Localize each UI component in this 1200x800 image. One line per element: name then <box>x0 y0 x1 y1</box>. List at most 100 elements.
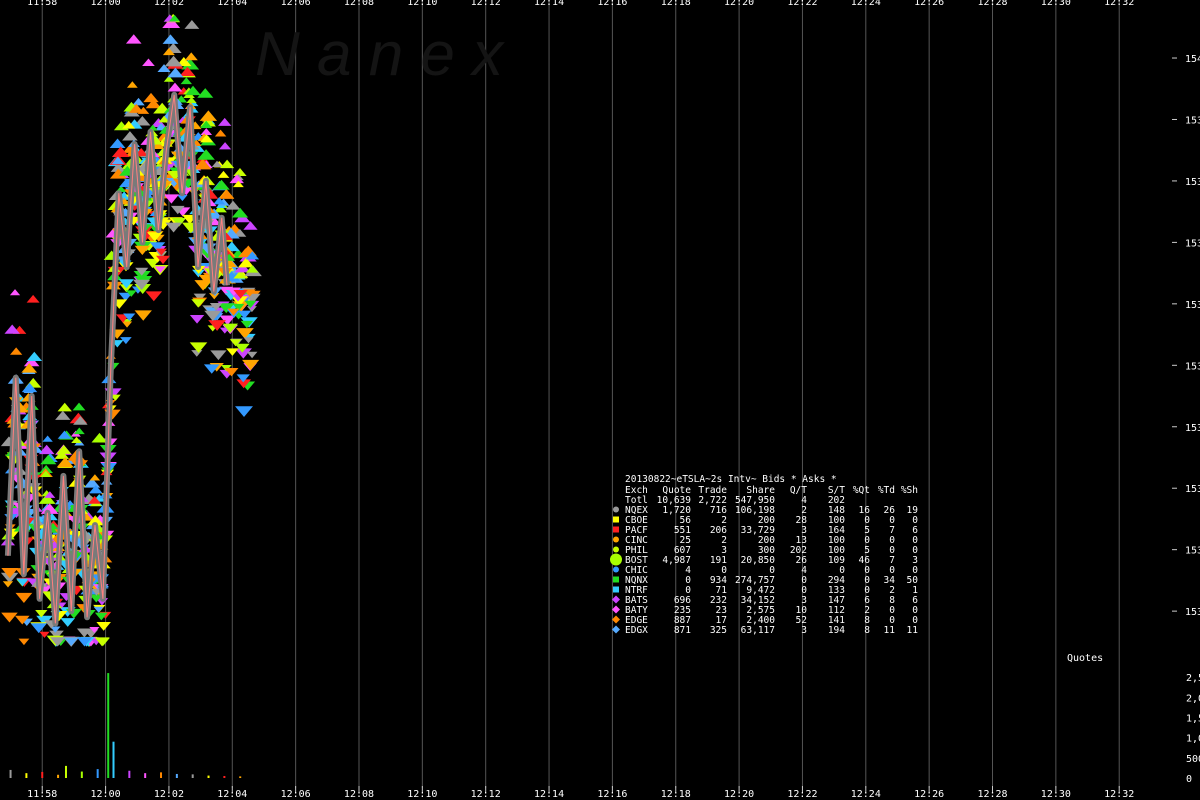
price-tick-label: 153.50 <box>1185 361 1200 372</box>
volume-axis: 2,500 2,000 1,500 1,000 500 0 <box>1186 673 1200 785</box>
ask-marker <box>218 117 232 126</box>
ask-marker <box>218 142 232 150</box>
legend-marker <box>613 586 619 593</box>
x-tick-label-top: 12:12 <box>471 0 501 8</box>
table-cell: 194 <box>828 625 845 636</box>
volume-bar <box>175 773 178 778</box>
legend-marker <box>613 566 619 573</box>
legend-marker <box>612 595 620 604</box>
table-cell: 11 <box>884 625 896 636</box>
ask-marker <box>72 402 86 411</box>
bid-marker <box>121 321 133 328</box>
price-tick-label: 153.70 <box>1185 238 1200 249</box>
exchange-stats-table: 20130822~eTSLA~2s Intv~ Bids * Asks *Exc… <box>610 474 918 636</box>
ask-marker <box>55 410 71 420</box>
legend-marker <box>612 625 620 634</box>
ask-marker <box>214 129 227 137</box>
volume-bar <box>80 771 83 778</box>
bid-marker <box>145 291 163 302</box>
bid-marker <box>30 623 47 634</box>
price-tick-label: 153.30 <box>1185 484 1200 495</box>
x-tick-label-bottom: 12:18 <box>661 789 691 800</box>
volume-bar <box>57 774 60 778</box>
table-cell: 8 <box>864 625 870 636</box>
ask-marker <box>56 444 72 454</box>
bid-marker <box>118 279 134 289</box>
ask-marker <box>26 351 43 362</box>
bid-marker <box>15 592 33 603</box>
ask-marker <box>184 52 198 61</box>
ask-marker <box>200 128 213 136</box>
x-tick-label-bottom: 12:14 <box>534 789 564 800</box>
volume-bar <box>25 773 28 778</box>
ask-marker <box>213 179 230 190</box>
x-tick-label-bottom: 12:02 <box>154 789 184 800</box>
bid-marker <box>134 310 152 321</box>
bid-marker <box>163 194 180 204</box>
x-tick-label-bottom: 12:10 <box>407 789 437 800</box>
volume-bar <box>64 765 67 778</box>
x-tick-label-top: 12:10 <box>407 0 437 8</box>
x-tick-label-bottom: 11:58 <box>27 789 57 800</box>
price-axis: 154.00 153.90 153.80 153.70 153.60 153.50 153.… <box>1172 54 1200 618</box>
legend-marker <box>613 506 619 513</box>
legend-marker <box>613 576 619 583</box>
ask-marker <box>89 474 101 481</box>
price-tick-label: 153.10 <box>1185 607 1200 618</box>
x-tick-label-bottom: 12:24 <box>851 789 881 800</box>
ask-marker <box>217 170 230 178</box>
volume-tick-label: 500 <box>1186 754 1200 765</box>
x-tick-label-top: 12:04 <box>217 0 247 8</box>
ask-marker <box>9 289 21 296</box>
bid-marker <box>1 612 18 623</box>
bid-marker <box>226 348 239 356</box>
x-tick-label-bottom: 12:08 <box>344 789 374 800</box>
table-title: 20130822~eTSLA~2s Intv~ Bids * Asks * <box>625 474 837 485</box>
ask-marker <box>71 436 82 444</box>
bid-marker <box>189 314 205 324</box>
table-cell: 871 <box>674 625 691 636</box>
ask-marker <box>73 427 85 435</box>
bid-marker <box>246 351 258 359</box>
bid-marker <box>243 337 254 344</box>
ask-marker <box>42 435 53 442</box>
x-tick-label-top: 12:08 <box>344 0 374 8</box>
x-tick-label-top: 12:22 <box>787 0 817 8</box>
volume-tick-label: 0 <box>1186 774 1192 785</box>
ask-marker <box>199 110 218 121</box>
ask-marker <box>91 432 108 443</box>
x-tick-label-bottom: 12:06 <box>281 789 311 800</box>
ask-marker <box>233 167 247 176</box>
ask-marker <box>10 347 23 355</box>
bid-marker <box>64 637 79 647</box>
price-tick-label: 153.40 <box>1185 423 1200 434</box>
ask-marker <box>127 81 138 88</box>
price-tick-label: 154.00 <box>1185 54 1200 65</box>
ask-marker <box>243 221 258 230</box>
table-header-cell: %Qt <box>853 485 870 496</box>
x-tick-label-top: 12:02 <box>154 0 184 8</box>
x-tick-label-top: 12:14 <box>534 0 564 8</box>
x-tick-label-top: 12:24 <box>851 0 881 8</box>
bid-marker <box>96 621 111 631</box>
x-tick-label-top: 12:18 <box>661 0 691 8</box>
volume-tick-label: 1,500 <box>1186 713 1200 724</box>
volume-bar <box>9 769 12 778</box>
x-tick-label-top: 12:26 <box>914 0 944 8</box>
volume-bar <box>128 770 131 778</box>
ask-marker <box>184 20 200 29</box>
x-tick-label-bottom: 12:04 <box>217 789 247 800</box>
x-tick-label-top: 12:00 <box>91 0 121 8</box>
watermark: N a n e x <box>255 20 505 89</box>
volume-axis-label: Quotes <box>1067 653 1103 664</box>
price-tick-label: 153.90 <box>1185 115 1200 126</box>
x-tick-label-top: 11:58 <box>27 0 57 8</box>
ask-marker <box>164 55 183 67</box>
x-tick-label-top: 12:32 <box>1104 0 1134 8</box>
legend-marker <box>612 605 620 614</box>
volume-bar <box>207 775 210 778</box>
legend-marker <box>613 516 619 523</box>
trade-quote-chart: N a n e x 11:58 11:58 12:00 12:00 12:02 12:02… <box>0 0 1200 800</box>
volume-bar <box>144 773 147 778</box>
ask-marker <box>57 402 72 412</box>
